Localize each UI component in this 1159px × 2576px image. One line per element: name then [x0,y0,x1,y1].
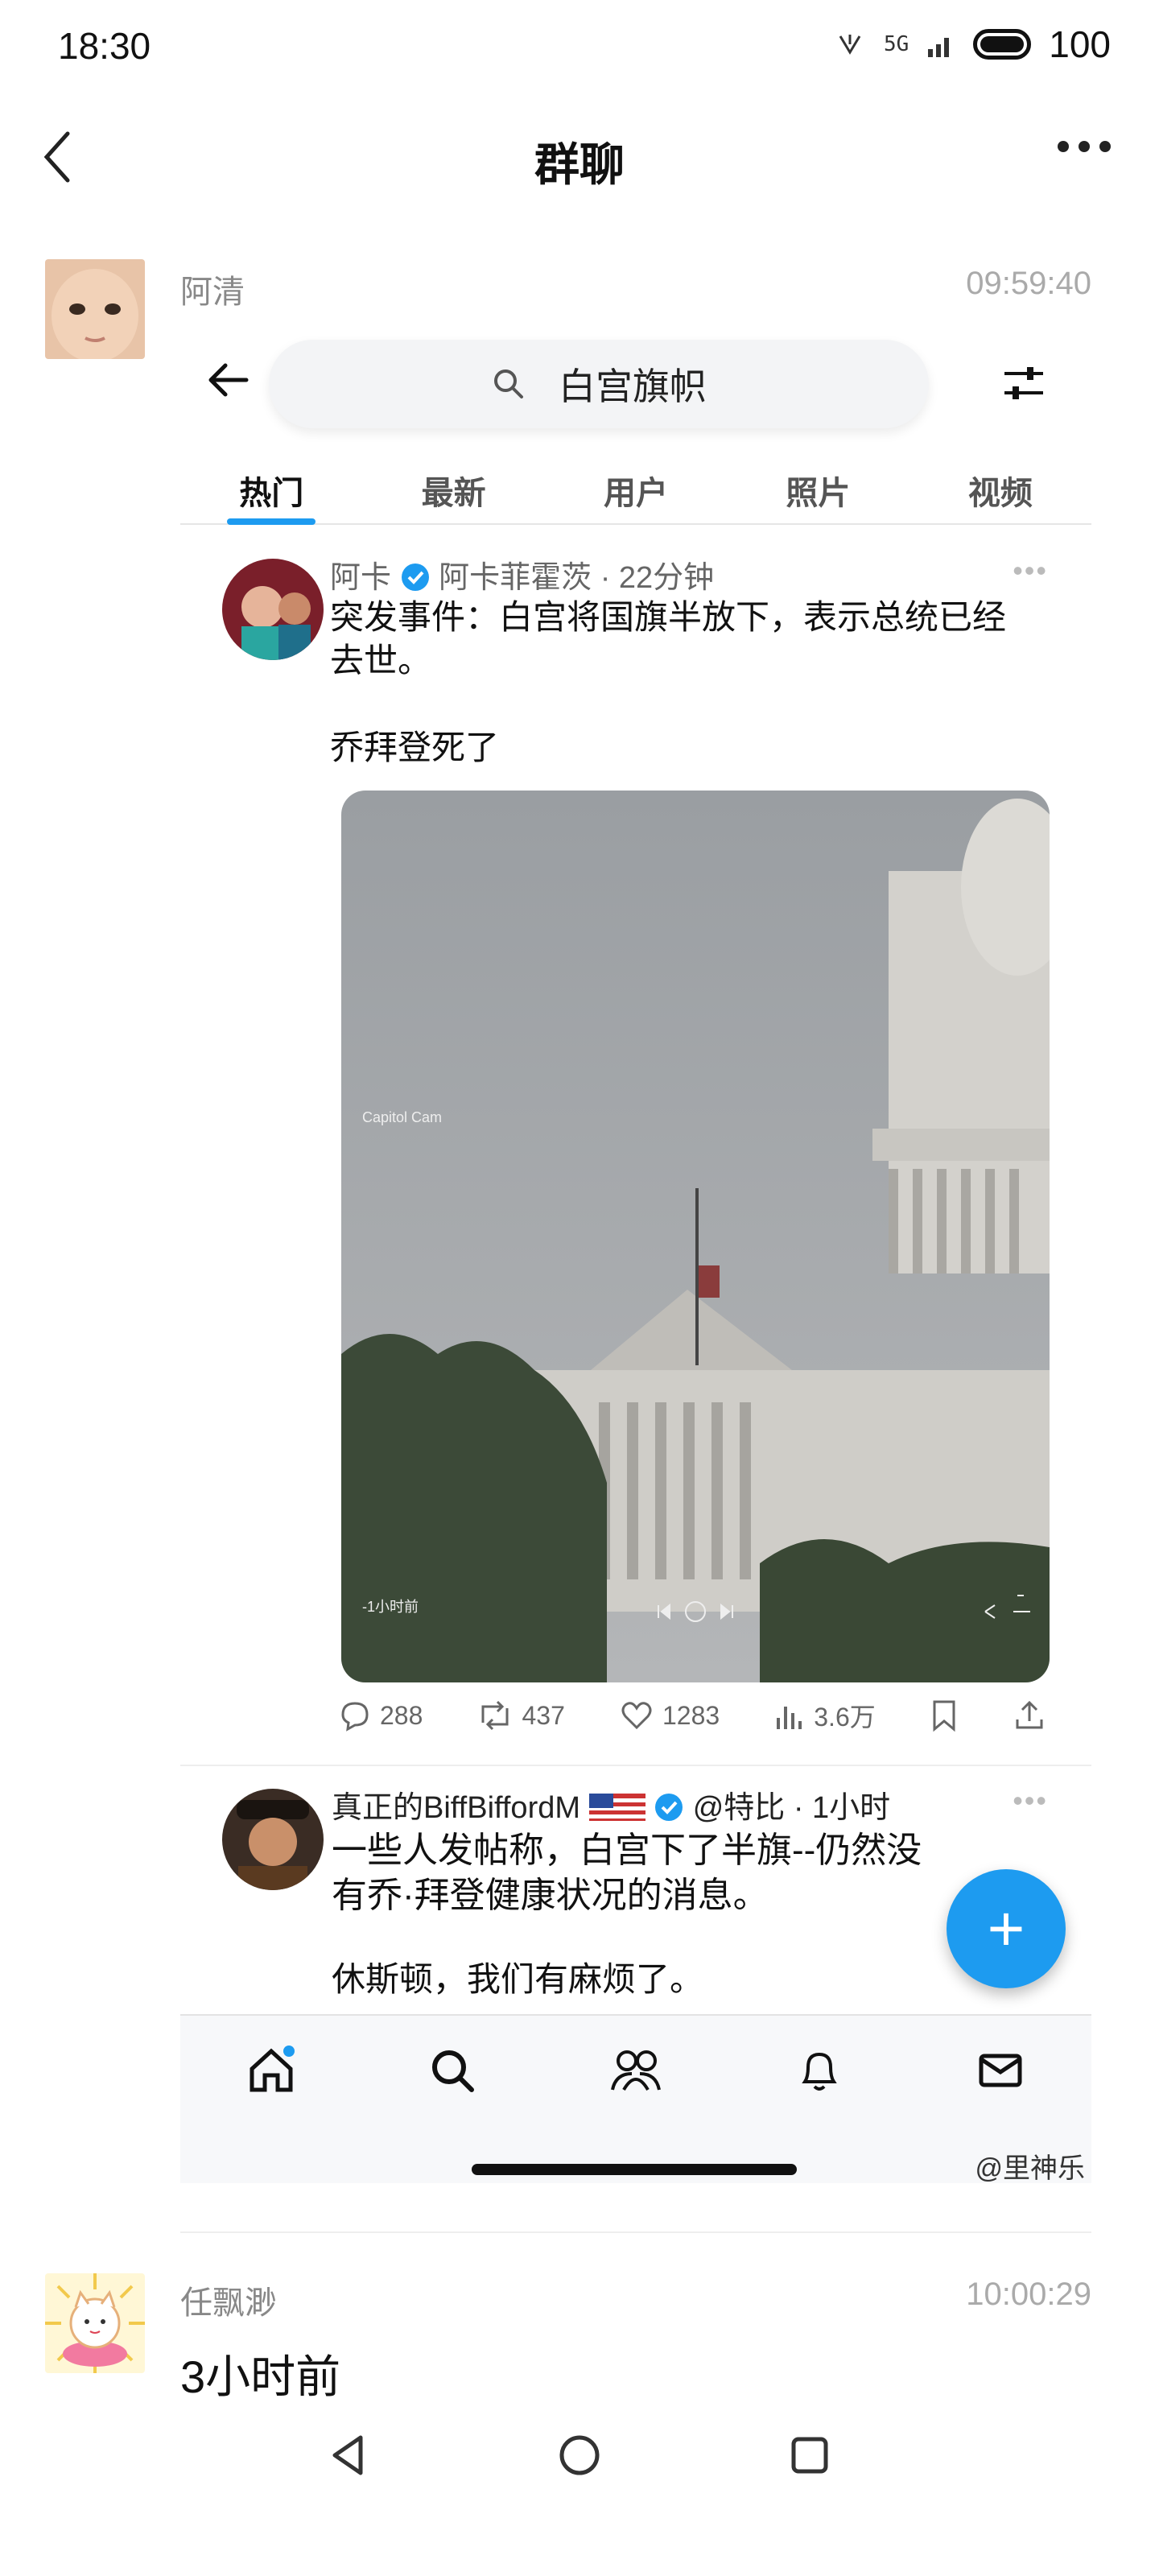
post-more-icon: ••• [1013,1784,1048,1817]
nav-recents-icon[interactable] [786,2431,834,2479]
status-time: 18:30 [58,25,151,67]
reply-count: 288 [380,1700,423,1730]
battery-level: 100 [1049,23,1111,65]
home-icon [250,2046,295,2092]
views-icon [777,1707,802,1729]
nav-back-icon[interactable] [325,2431,373,2479]
message-divider [180,2231,1091,2233]
retweet-action: 437 [476,1699,565,1732]
tab-bar: 热门 最新 用户 照片 视频 [180,444,1091,525]
people-icon [611,2050,661,2091]
verified-icon [401,564,429,591]
message-time: 09:59:40 [966,266,1091,301]
signal-label: 5G [883,32,909,56]
post-more-icon: ••• [1013,554,1048,587]
media-overlay-label: Capitol Cam [362,1109,443,1125]
post-display-name: 真正的BiffBiffordM [332,1791,581,1825]
avatar[interactable] [45,259,145,359]
tab-videos: 视频 [967,476,1033,511]
search-query: 白宫旗帜 [559,365,707,407]
search-icon [494,369,523,398]
post-text-line: 有乔·拜登健康状况的消息。 [332,1876,769,1915]
search-icon [431,2050,474,2092]
bookmark-icon [933,1700,955,1732]
reply-icon [341,1702,369,1732]
post-avatar [222,1789,324,1890]
message-text[interactable]: 3小时前 [180,2341,340,2406]
post-header: 阿卡 阿卡菲霍茨 · 22分钟 [330,552,714,597]
like-action: 1283 [619,1699,720,1732]
like-count: 1283 [662,1700,720,1730]
views-count: 3.6万 [814,1703,876,1732]
retweet-icon [481,1700,509,1731]
tab-photos: 照片 [786,476,851,511]
post-text-line: 休斯顿，我们有麻烦了。 [332,1960,704,1998]
verified-icon [655,1794,683,1821]
more-icon[interactable] [1058,141,1111,152]
mail-icon [979,2054,1022,2087]
retweet-count: 437 [522,1700,565,1730]
search-back-icon [204,356,253,408]
post-handle-line: 阿卡菲霍茨 · 22分钟 [439,561,715,595]
inner-bottom-nav: @里神乐 [180,2014,1091,2183]
post-header: 真正的BiffBiffordM @特比 · 1小时 [332,1782,890,1827]
heart-icon [621,1702,652,1730]
post-handle-line: @特比 · 1小时 [692,1791,891,1825]
post-actions: 288 437 1283 3.6万 [338,1697,1046,1734]
vibrate-icon [839,35,861,55]
post-text-line: 去世。 [330,642,432,679]
post-text-line: 一些人发帖称，白宫下了半旗--仍然没 [332,1831,922,1870]
tab-users: 用户 [604,476,669,511]
watermark: @里神乐 [975,2153,1085,2183]
flag-icon [588,1794,645,1821]
tab-hot: 热门 [180,444,362,525]
page-title: 群聊 [534,139,625,190]
views-action: 3.6万 [773,1697,876,1734]
post-divider [180,1765,1091,1766]
search-bar: 白宫旗帜 [269,340,929,428]
media-time-ago: -1小时前 [362,1599,419,1615]
shared-screenshot[interactable]: 白宫旗帜 热门 最新 用户 照片 视频 阿卡 阿卡菲霍茨 · 22分钟 ••• … [180,324,1091,2183]
bell-icon [802,2052,837,2091]
compose-fab: + [947,1869,1066,1988]
gesture-bar [472,2164,797,2175]
post-media-image: Capitol Cam -1小时前 [341,791,1050,1682]
system-nav-bar [0,2431,1159,2479]
post-text-line: 乔拜登死了 [330,729,500,766]
post-text-line: 突发事件：白宫将国旗半放下，表示总统已经 [330,598,1007,636]
sender-name: 任飘渺 [180,2285,277,2321]
sender-name: 阿清 [180,275,245,310]
tab-latest: 最新 [421,476,486,511]
battery-icon [973,29,1032,60]
post-display-name: 阿卡 [330,561,392,595]
avatar[interactable] [45,2273,145,2373]
nav-home-icon[interactable] [555,2431,604,2479]
share-icon [1016,1700,1043,1729]
filter-icon [1000,359,1048,411]
reply-action: 288 [338,1699,423,1732]
post-avatar [222,559,324,660]
signal-icon [928,38,950,57]
status-icons: 5G 100 [834,23,1111,66]
message-time: 10:00:29 [966,2277,1091,2312]
